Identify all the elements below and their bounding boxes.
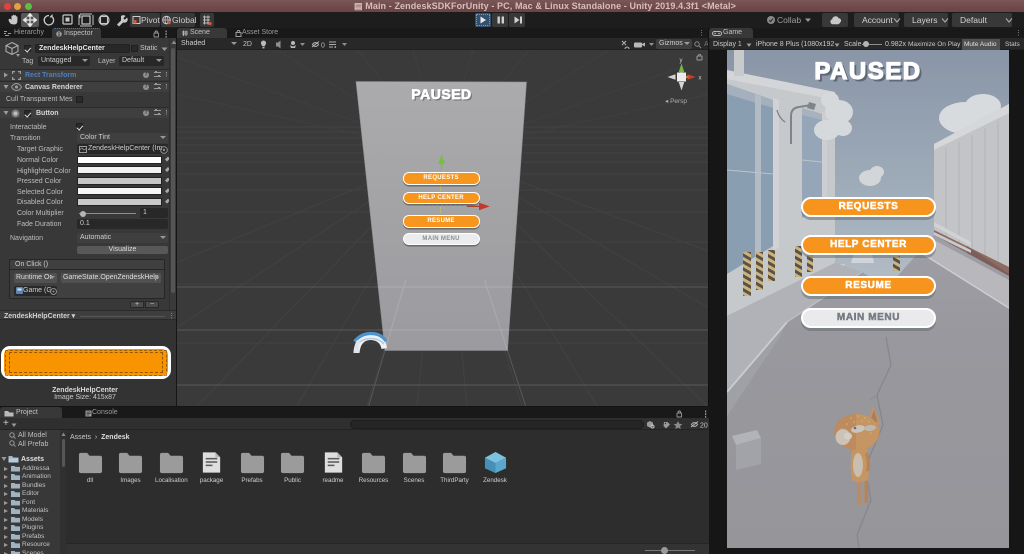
svg-text:Collab: Collab <box>777 15 801 25</box>
svg-text:Pivot: Pivot <box>141 15 161 25</box>
svg-text:Default: Default <box>960 15 988 25</box>
svg-text:◂ Persp: ◂ Persp <box>665 98 687 105</box>
svg-text:0: 0 <box>321 43 325 50</box>
svg-text:Global: Global <box>172 15 197 25</box>
svg-text:x: x <box>699 76 702 82</box>
svg-text:20: 20 <box>700 423 708 430</box>
svg-text:y: y <box>680 58 683 64</box>
svg-text:Layers: Layers <box>912 15 938 25</box>
svg-text:Account: Account <box>862 15 893 25</box>
